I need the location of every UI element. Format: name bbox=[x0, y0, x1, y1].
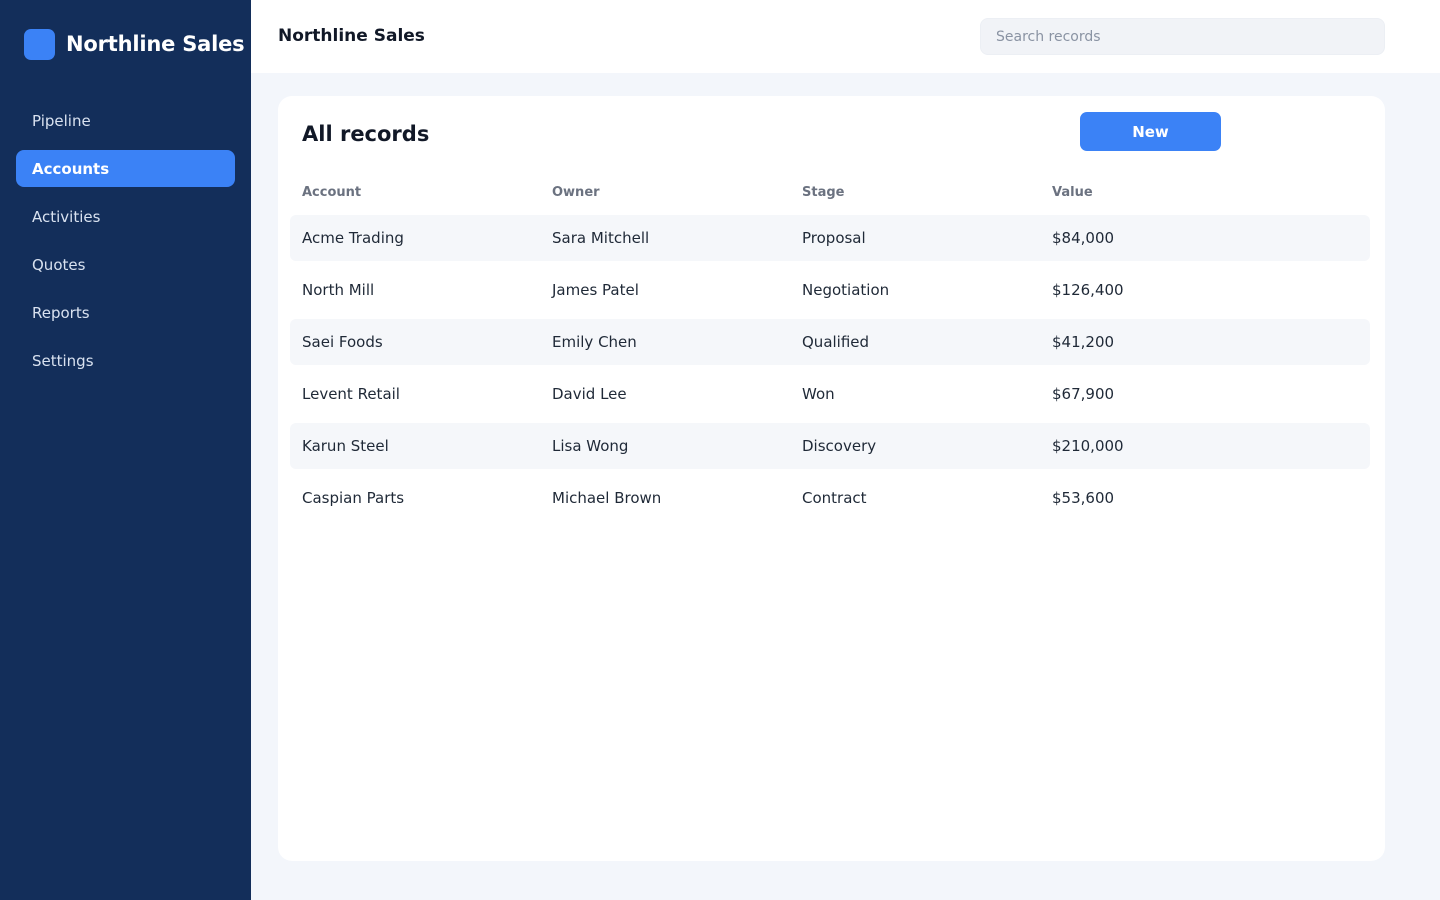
sidebar-item-label: Activities bbox=[32, 207, 101, 226]
account-cell: Karun Steel bbox=[302, 437, 389, 455]
table-row-body: Acme Trading Sara Mitchell Proposal $84,… bbox=[290, 215, 1370, 261]
stage-cell: Won bbox=[802, 385, 835, 403]
account-cell: North Mill bbox=[302, 281, 375, 299]
table-row[interactable]: Levent Retail David Lee Won $67,900 bbox=[290, 368, 1370, 420]
owner-cell: Michael Brown bbox=[552, 489, 662, 507]
page-title: Northline Sales bbox=[278, 26, 425, 46]
owner-cell: James Patel bbox=[552, 281, 639, 299]
account-cell: Acme Trading bbox=[302, 229, 404, 247]
brand-logo-icon bbox=[24, 28, 55, 60]
account-cell: Levent Retail bbox=[302, 385, 400, 403]
table-row-body: North Mill James Patel Negotiation $126,… bbox=[290, 267, 1370, 313]
sidebar-item-activities[interactable]: Activities bbox=[16, 198, 235, 235]
column-header-value[interactable]: Value bbox=[1040, 185, 1290, 200]
value-cell: $41,200 bbox=[1052, 333, 1115, 351]
owner-cell: Lisa Wong bbox=[552, 437, 629, 455]
table-row[interactable]: Saei Foods Emily Chen Qualified $41,200 bbox=[290, 316, 1370, 368]
sidebar-item-label: Settings bbox=[32, 351, 94, 370]
owner-cell: Sara Mitchell bbox=[552, 229, 650, 247]
search-input[interactable] bbox=[980, 18, 1385, 55]
table-row-body: Saei Foods Emily Chen Qualified $41,200 bbox=[290, 319, 1370, 365]
sidebar-item-quotes[interactable]: Quotes bbox=[16, 246, 235, 283]
value-cell: $67,900 bbox=[1052, 385, 1115, 403]
sidebar-item-label: Pipeline bbox=[32, 111, 91, 130]
table-row-body: Levent Retail David Lee Won $67,900 bbox=[290, 371, 1370, 417]
value-cell: $126,400 bbox=[1052, 281, 1124, 299]
owner-cell: Emily Chen bbox=[552, 333, 637, 351]
column-header-stage[interactable]: Stage bbox=[790, 185, 1040, 200]
stage-cell: Proposal bbox=[802, 229, 866, 247]
table-row[interactable]: North Mill James Patel Negotiation $126,… bbox=[290, 264, 1370, 316]
sidebar-nav: Pipeline Accounts Activities Quotes Repo… bbox=[16, 102, 235, 390]
column-header-account[interactable]: Account bbox=[290, 185, 540, 200]
table-row[interactable]: Karun Steel Lisa Wong Discovery $210,000 bbox=[290, 420, 1370, 472]
records-card: All records New Account Owner Stage Valu… bbox=[278, 96, 1385, 861]
table-header: Account Owner Stage Value bbox=[290, 172, 1370, 212]
top-bar: Northline Sales bbox=[251, 0, 1440, 73]
owner-cell: David Lee bbox=[552, 385, 627, 403]
account-cell: Saei Foods bbox=[302, 333, 383, 351]
sidebar-item-accounts[interactable]: Accounts bbox=[16, 150, 235, 187]
value-cell: $210,000 bbox=[1052, 437, 1124, 455]
sidebar-item-pipeline[interactable]: Pipeline bbox=[16, 102, 235, 139]
records-title: All records bbox=[302, 122, 430, 146]
column-header-owner[interactable]: Owner bbox=[540, 185, 790, 200]
sidebar-item-settings[interactable]: Settings bbox=[16, 342, 235, 379]
sidebar-item-label: Quotes bbox=[32, 255, 86, 274]
records-table: Account Owner Stage Value Acme Trading S… bbox=[290, 172, 1370, 524]
brand-name: Northline Sales bbox=[66, 32, 245, 56]
sidebar-item-reports[interactable]: Reports bbox=[16, 294, 235, 331]
sidebar-item-label: Accounts bbox=[32, 159, 110, 178]
new-record-button[interactable]: New bbox=[1080, 112, 1221, 151]
account-cell: Caspian Parts bbox=[302, 489, 405, 507]
table-row-body: Caspian Parts Michael Brown Contract $53… bbox=[290, 475, 1370, 521]
table-row-body: Karun Steel Lisa Wong Discovery $210,000 bbox=[290, 423, 1370, 469]
value-cell: $84,000 bbox=[1052, 229, 1115, 247]
stage-cell: Contract bbox=[802, 489, 867, 507]
table-row[interactable]: Acme Trading Sara Mitchell Proposal $84,… bbox=[290, 212, 1370, 264]
sidebar: Northline Sales Pipeline Accounts Activi… bbox=[0, 0, 251, 900]
value-cell: $53,600 bbox=[1052, 489, 1115, 507]
sidebar-item-label: Reports bbox=[32, 303, 90, 322]
brand[interactable]: Northline Sales bbox=[24, 28, 245, 60]
table-row[interactable]: Caspian Parts Michael Brown Contract $53… bbox=[290, 472, 1370, 524]
stage-cell: Qualified bbox=[802, 333, 870, 351]
stage-cell: Discovery bbox=[802, 437, 877, 455]
stage-cell: Negotiation bbox=[802, 281, 890, 299]
